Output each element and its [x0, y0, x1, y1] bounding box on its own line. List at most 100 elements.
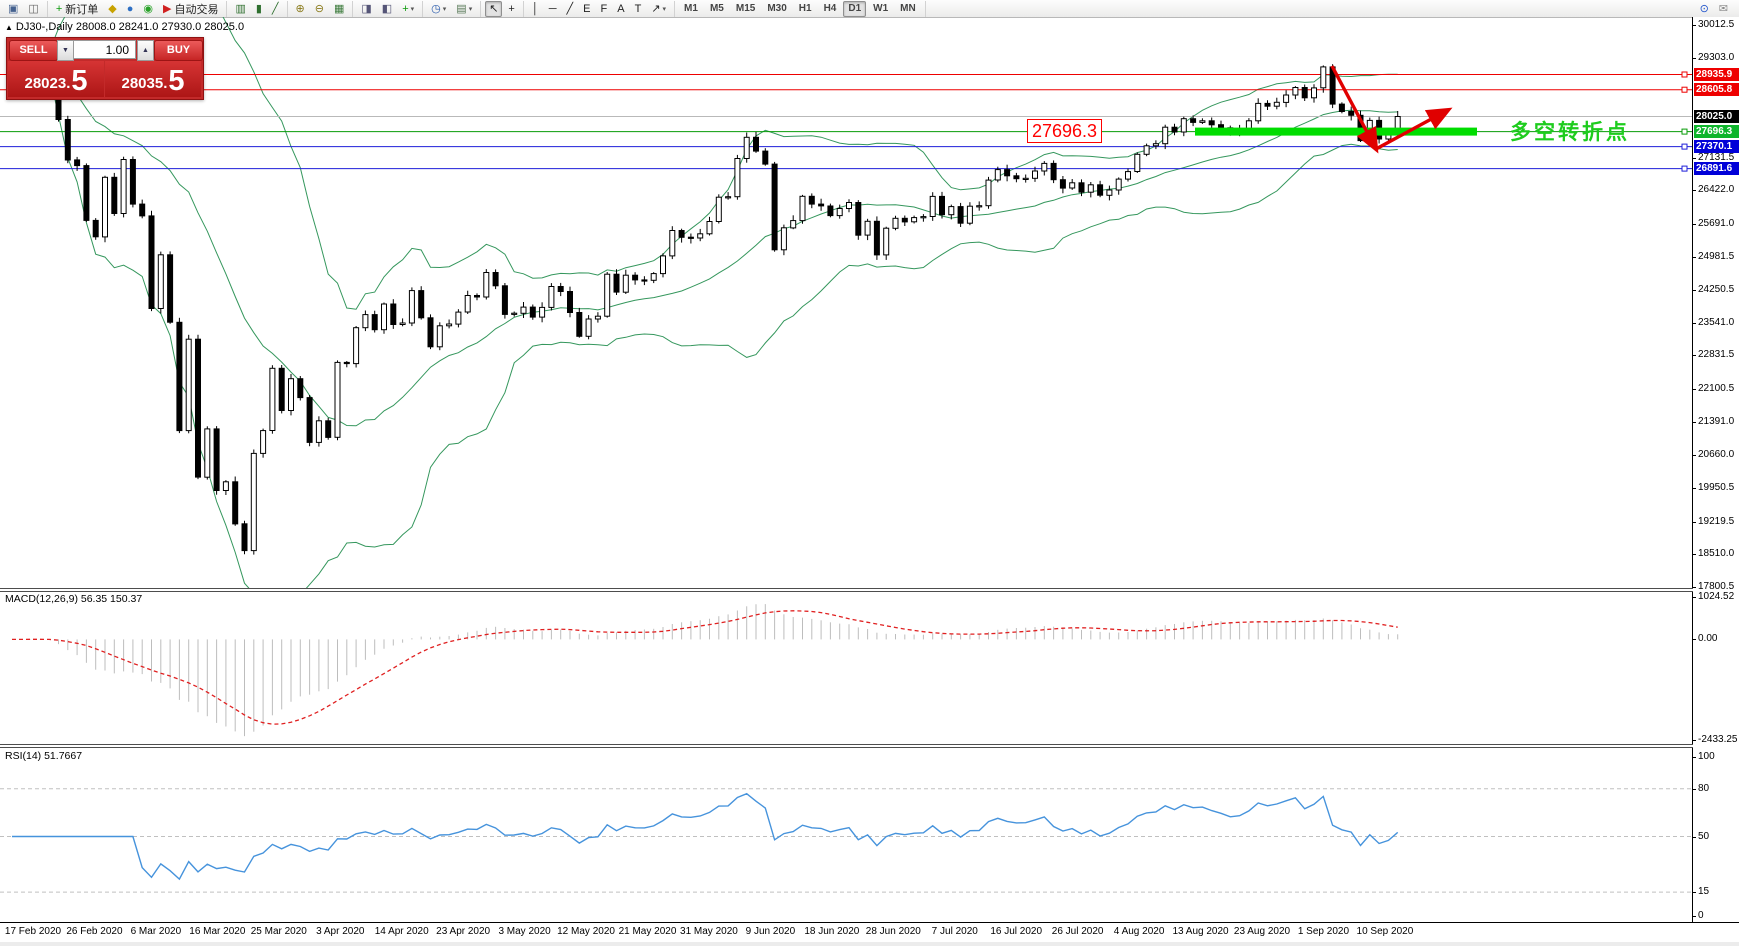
candle-body: [1115, 178, 1122, 191]
candle-body: [864, 220, 871, 236]
candle-body: [576, 312, 583, 337]
support-price-label[interactable]: 27696.3: [1027, 119, 1103, 143]
candle-body: [371, 314, 378, 331]
candle-body: [195, 338, 201, 478]
candle-body: [846, 202, 852, 209]
candle-body: [185, 338, 192, 432]
volume-input[interactable]: 1.00: [73, 40, 136, 59]
price-tick-label: 1024.52: [1698, 591, 1735, 602]
line-handle[interactable]: [1681, 143, 1688, 150]
axis-tick: [1692, 57, 1696, 59]
candle-body: [939, 195, 945, 216]
sell-price-int: 28023.: [24, 75, 71, 92]
candle-body: [827, 205, 834, 217]
price-tick-label: 19950.5: [1698, 482, 1735, 494]
candle-body: [483, 272, 490, 298]
buy-price-pip: 5: [168, 65, 185, 97]
candle-body: [353, 327, 360, 365]
buy-button[interactable]: BUY: [154, 40, 203, 61]
price-level-badge: 26891.6: [1694, 162, 1739, 176]
candle-body: [1199, 120, 1206, 123]
axis-tick: [1692, 25, 1696, 26]
candle-body: [883, 227, 890, 256]
sell-price-button[interactable]: 28023. 5: [8, 61, 104, 97]
candle-body: [446, 323, 453, 327]
candle-body: [660, 255, 666, 275]
candle-body: [715, 196, 722, 222]
candle-body: [408, 290, 415, 324]
candle-body: [167, 254, 174, 323]
candle-body: [1180, 118, 1187, 133]
candle-body: [83, 165, 90, 221]
candle-body: [297, 378, 304, 399]
price-tick-label: 25691.0: [1698, 217, 1735, 229]
candle-body: [911, 217, 918, 223]
candle-body: [1283, 94, 1290, 103]
price-tick-label: 24981.5: [1698, 250, 1735, 262]
candle-body: [1320, 66, 1327, 89]
candle-body: [985, 179, 992, 207]
buy-price-button[interactable]: 28035. 5: [105, 61, 201, 97]
candle-body: [632, 274, 639, 281]
candle-body: [232, 481, 239, 525]
trend-arrow[interactable]: [1330, 65, 1379, 154]
candle-body: [1338, 103, 1345, 112]
candle-body: [697, 233, 704, 239]
price-level-badge: 28025.0: [1694, 109, 1739, 123]
date-axis[interactable]: 17 Feb 2020 26 Feb 2020 6 Mar 2020 16 Mar 2…: [0, 922, 1739, 942]
price-tick-label: 23541.0: [1698, 316, 1735, 328]
support-zone-bar[interactable]: [1195, 127, 1477, 136]
pivot-zone-text[interactable]: 多空转折点: [1510, 116, 1630, 146]
main-price-pane[interactable]: [0, 0, 1692, 603]
candle-body: [222, 481, 229, 491]
macd-histogram: [20, 604, 1399, 737]
candle-body: [92, 219, 99, 238]
collapse-panel-icon[interactable]: ▲: [5, 23, 13, 32]
buy-price-int: 28035.: [121, 75, 168, 92]
candle-body: [855, 202, 862, 236]
volume-step-up-button[interactable]: ▲: [137, 40, 154, 61]
candle-body: [790, 220, 797, 229]
candle-body: [529, 306, 536, 318]
line-handle[interactable]: [1681, 71, 1688, 78]
price-tick-label: 26422.0: [1698, 184, 1735, 196]
candle-body: [1292, 87, 1299, 96]
sell-button[interactable]: SELL: [9, 40, 58, 61]
price-tick-label: 19219.5: [1698, 515, 1735, 527]
axis-tick: [1692, 157, 1696, 159]
candle-body: [1143, 145, 1150, 155]
candle-body: [520, 306, 527, 314]
candle-body: [1301, 87, 1308, 99]
line-handle[interactable]: [1681, 128, 1688, 135]
candle-body: [390, 303, 397, 325]
line-handle[interactable]: [1681, 165, 1688, 172]
pane-splitter-macd[interactable]: [0, 588, 1739, 592]
pane-splitter-rsi[interactable]: [0, 744, 1739, 748]
candle-body: [418, 290, 425, 319]
candle-body: [1255, 102, 1262, 122]
rsi-pane[interactable]: [0, 788, 1692, 893]
volume-step-down-button[interactable]: ▼: [57, 40, 74, 61]
candle-body: [381, 303, 387, 331]
ohlc-readout: 28008.0 28241.0 27930.0 28025.0: [75, 21, 245, 33]
candle-body: [436, 325, 443, 348]
macd-pane[interactable]: [12, 604, 1399, 737]
candle-body: [1311, 87, 1317, 99]
candle-body: [650, 273, 657, 281]
candle-body: [278, 367, 285, 411]
candle-body: [957, 206, 964, 224]
price-chart-canvas[interactable]: [0, 0, 1739, 946]
candle-body: [1032, 170, 1038, 179]
candle-body: [1022, 177, 1029, 181]
price-tick-label: 80: [1698, 782, 1710, 794]
axis-tick: [1692, 421, 1696, 423]
candle-body: [1264, 102, 1271, 107]
line-handle[interactable]: [1681, 86, 1688, 93]
candle-body: [474, 295, 480, 298]
candle-body: [74, 159, 81, 167]
axis-tick: [1692, 639, 1696, 641]
candle-body: [325, 420, 332, 438]
candle-body: [139, 203, 146, 217]
price-axis[interactable]: 30012.5 29303.0 27131.5 26422.0 25691.0 24981…: [1692, 17, 1739, 922]
candle-body: [111, 176, 118, 215]
